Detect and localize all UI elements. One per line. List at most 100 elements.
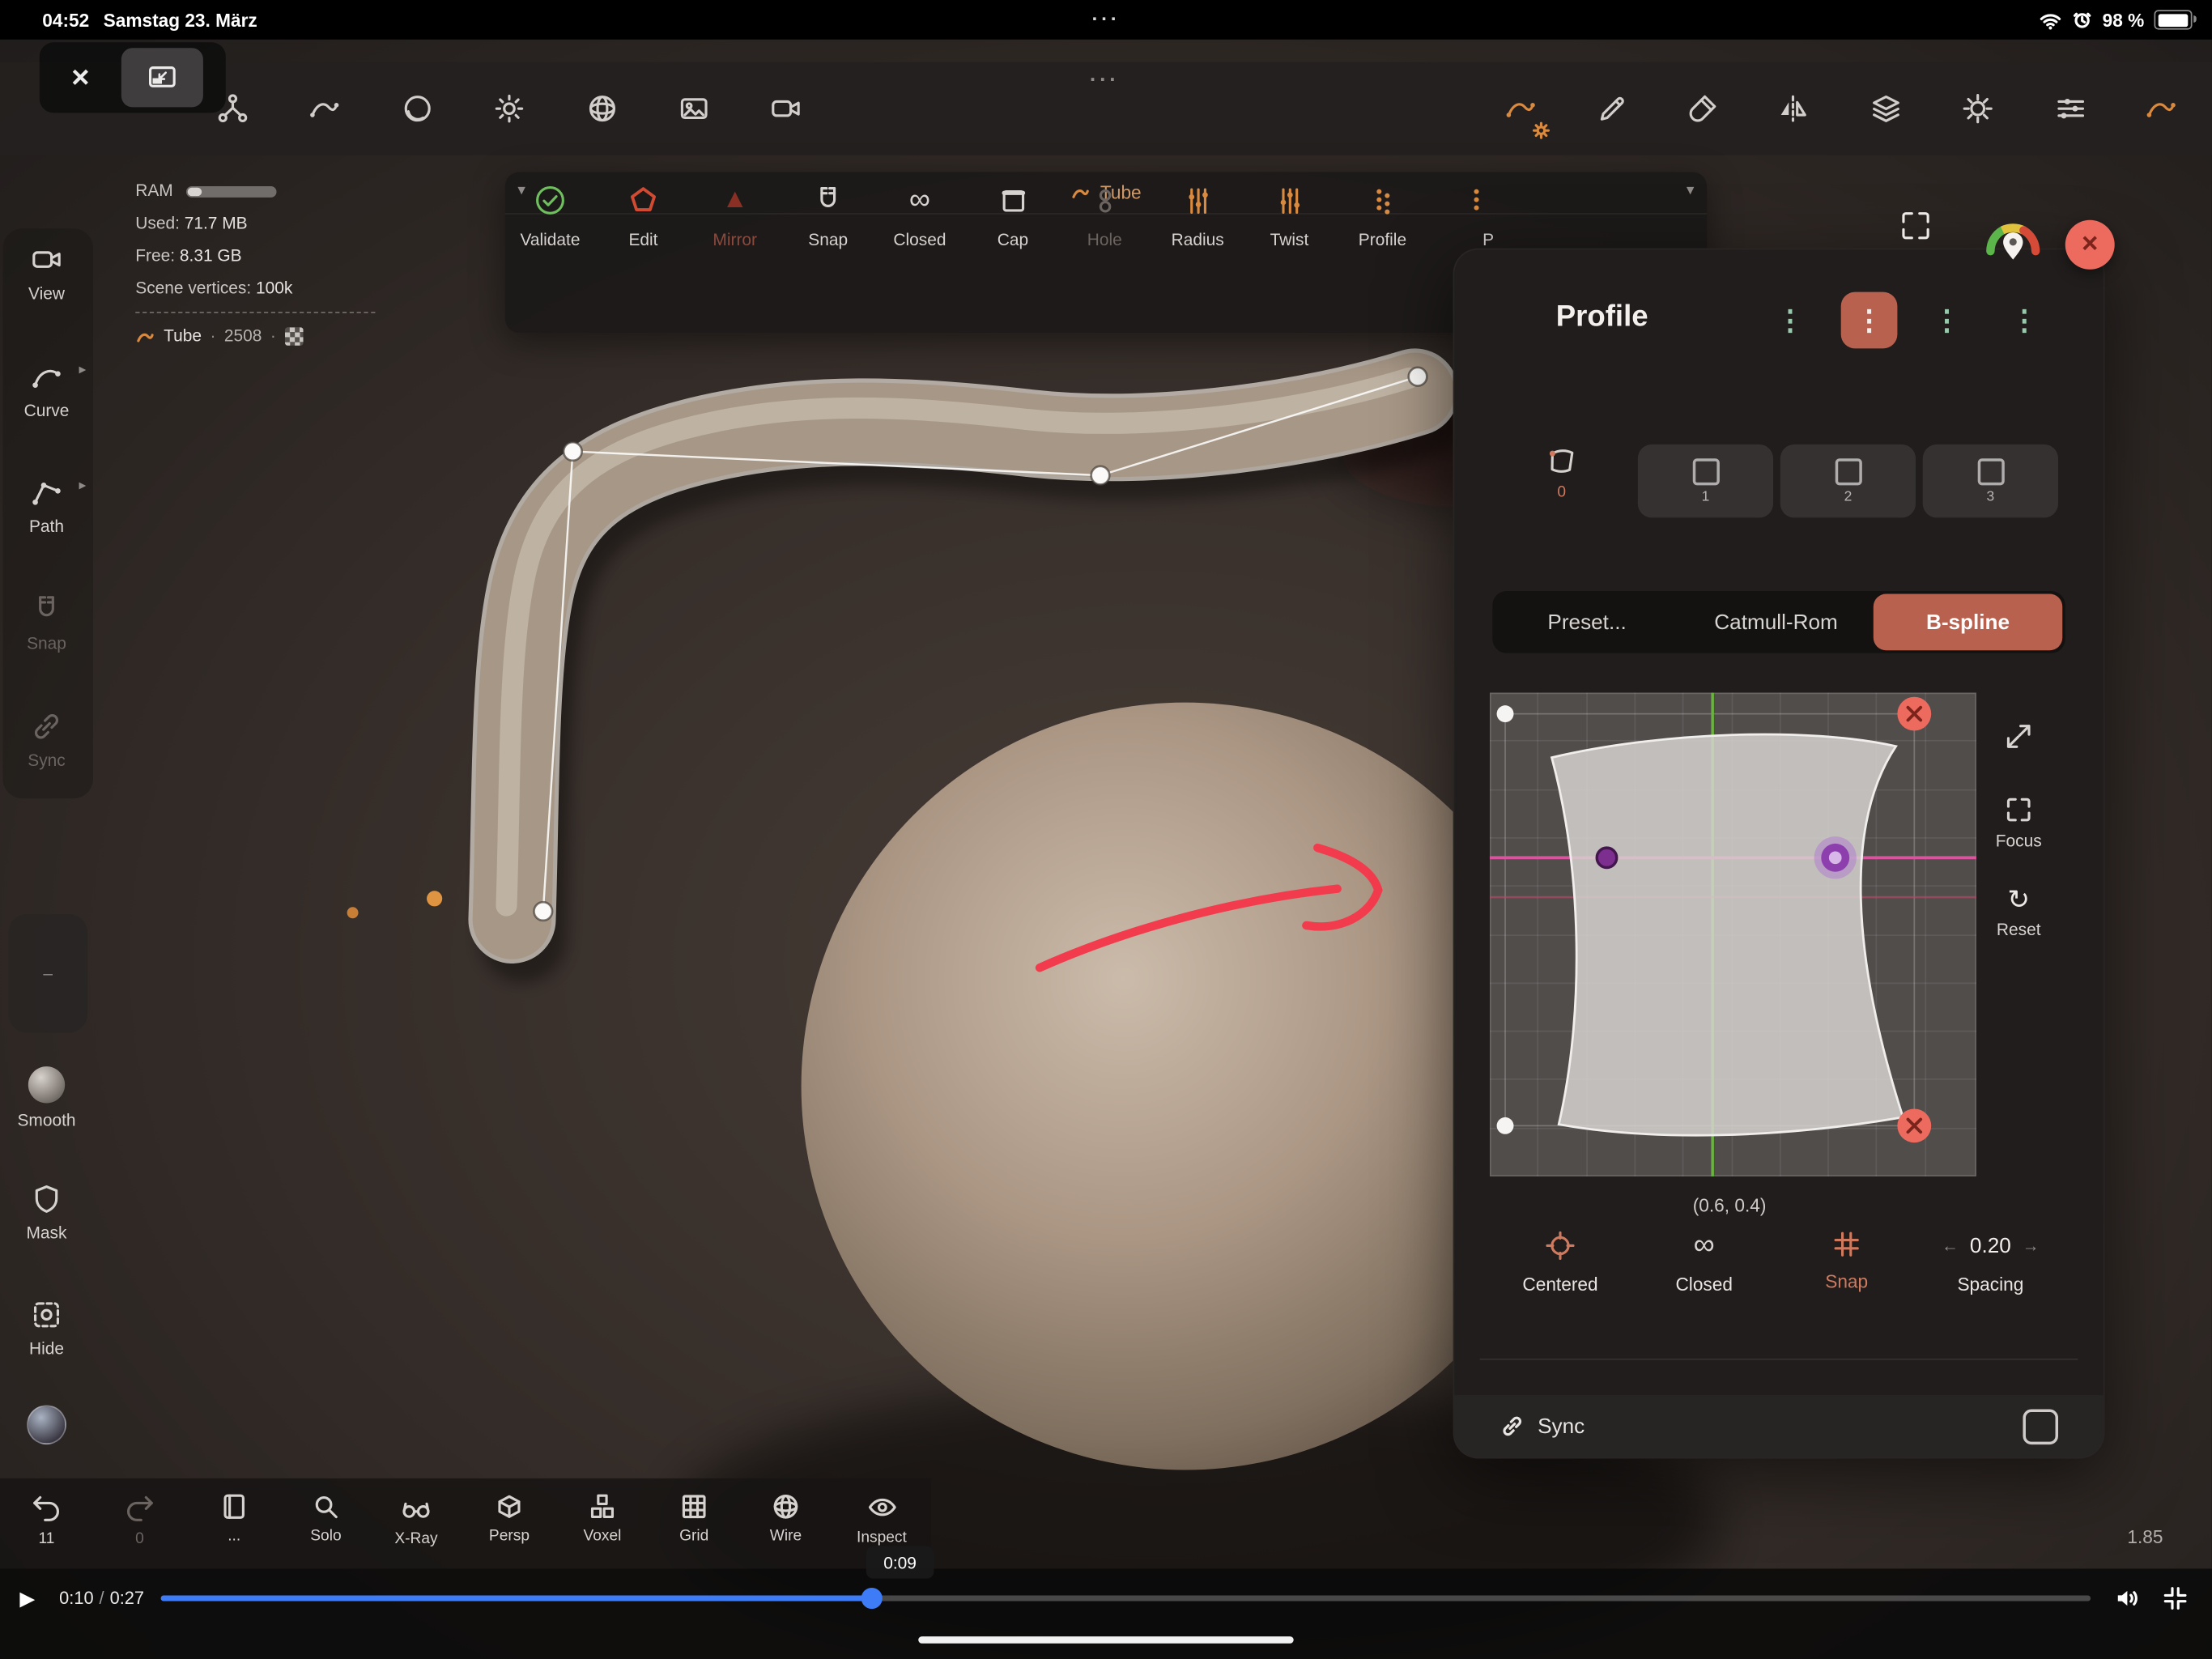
sidebar-item-snap[interactable]: Snap xyxy=(0,593,93,653)
pip-button[interactable] xyxy=(121,48,203,108)
profile-slot-1[interactable]: 1 xyxy=(1637,444,1774,518)
stroke-settings-tool[interactable] xyxy=(2144,91,2178,125)
sidebar-tool-smooth[interactable]: Smooth xyxy=(0,1066,93,1130)
tube-cap-button[interactable]: Cap xyxy=(968,182,1058,249)
panel-close-button[interactable]: × xyxy=(2065,219,2115,270)
profile-mode-button-3[interactable]: ⋮ xyxy=(1919,292,1976,349)
tube-radius-button[interactable]: Radius xyxy=(1152,182,1243,249)
control-point-tail[interactable] xyxy=(347,907,359,919)
xray-button[interactable]: X-Ray xyxy=(376,1491,456,1547)
environment-tool[interactable] xyxy=(585,91,619,125)
grid-button[interactable]: Grid xyxy=(654,1491,734,1545)
editor-reset-button[interactable]: ↻ Reset xyxy=(1979,884,2058,939)
profile-slot-3[interactable]: 3 xyxy=(1922,444,2059,518)
redo-button[interactable]: 0 xyxy=(100,1491,180,1547)
layers-tool[interactable] xyxy=(1870,91,1904,125)
profile-mode-button-4[interactable]: ⋮ xyxy=(1996,292,2052,349)
toolbar-menu-dots[interactable]: ··· xyxy=(1090,68,1120,92)
battery-icon xyxy=(2154,10,2197,30)
persp-button[interactable]: Persp xyxy=(470,1491,549,1545)
control-point[interactable] xyxy=(562,440,584,462)
panel-fullscreen-button[interactable] xyxy=(1897,207,1933,244)
collapse-caret-icon[interactable]: ▾ xyxy=(1687,181,1695,199)
tool-settings-gear-icon[interactable] xyxy=(1532,121,1551,140)
stroke-tool[interactable] xyxy=(308,91,342,125)
curve-point[interactable] xyxy=(1595,846,1619,870)
tube-edit-button[interactable]: Edit xyxy=(598,182,689,249)
interface-settings-tool[interactable] xyxy=(2054,91,2088,125)
paint-tool[interactable] xyxy=(1686,91,1720,125)
sidebar-item-path[interactable]: ▸ Path xyxy=(0,475,93,536)
editor-focus-button[interactable]: Focus xyxy=(1979,794,2058,851)
control-point-start[interactable] xyxy=(427,891,443,907)
tube-snap-button[interactable]: Snap xyxy=(783,182,874,249)
mirror-tool[interactable] xyxy=(1776,91,1810,125)
profile-mode-button-1[interactable]: ⋮ xyxy=(1762,292,1819,349)
lighting-tool[interactable] xyxy=(492,91,526,125)
collapsed-panel[interactable]: – xyxy=(8,914,88,1033)
tube-next-button[interactable]: P xyxy=(1408,182,1499,249)
seek-scrubber[interactable] xyxy=(860,1587,882,1610)
tube-closed-button[interactable]: ∞ Closed xyxy=(874,182,965,249)
delete-handle[interactable] xyxy=(1897,696,1932,731)
corner-handle[interactable] xyxy=(1496,1117,1514,1134)
control-point[interactable] xyxy=(533,900,554,922)
delete-handle[interactable] xyxy=(1897,1108,1932,1143)
control-point[interactable] xyxy=(1407,366,1428,387)
separator: · xyxy=(270,325,276,346)
undo-button[interactable]: 11 xyxy=(7,1491,87,1547)
seek-bar[interactable] xyxy=(160,1587,2091,1610)
background-image-tool[interactable] xyxy=(677,91,711,125)
files-button[interactable]: ... xyxy=(194,1491,274,1545)
corner-handle[interactable] xyxy=(1496,705,1514,723)
tube-validate-button[interactable]: Validate xyxy=(505,182,596,249)
curve-point-selected[interactable] xyxy=(1814,836,1857,879)
settings-tool[interactable] xyxy=(1961,91,1995,125)
centered-toggle[interactable]: Centered xyxy=(1492,1229,1627,1295)
voxel-button[interactable]: Voxel xyxy=(563,1491,642,1545)
tube-hole-button[interactable]: Hole xyxy=(1059,182,1150,249)
sidebar-tool-hide[interactable]: Hide xyxy=(0,1298,93,1359)
editor-expand-button[interactable] xyxy=(1979,721,2058,751)
profile-mode-button-2-selected[interactable]: ⋮ xyxy=(1840,291,1898,349)
sidebar-item-curve[interactable]: ▸ Curve xyxy=(0,359,93,420)
sidebar-tool-mask[interactable]: Mask xyxy=(0,1182,93,1243)
home-indicator[interactable] xyxy=(918,1636,1294,1644)
control-point[interactable] xyxy=(1090,465,1111,486)
tube-tool-active[interactable] xyxy=(1504,91,1538,125)
sidebar-item-sync[interactable]: Sync xyxy=(0,709,93,770)
pin-gauge-button[interactable] xyxy=(1979,211,2047,265)
profile-curve-editor[interactable] xyxy=(1489,692,1976,1177)
sidebar-tool-gizmo[interactable] xyxy=(0,1405,93,1445)
sidebar-item-label: Curve xyxy=(23,400,70,421)
inspect-button[interactable]: Inspect xyxy=(842,1491,921,1546)
sync-checkbox[interactable] xyxy=(2023,1408,2059,1444)
volume-icon[interactable] xyxy=(2113,1585,2142,1613)
mode-catmull-rom[interactable]: Catmull-Rom xyxy=(1682,591,1870,653)
camera-tool[interactable] xyxy=(769,91,803,125)
mirror-flip-icon xyxy=(1780,91,1810,125)
snap-toggle[interactable]: Snap xyxy=(1779,1229,1914,1292)
matcap-tool[interactable] xyxy=(401,91,435,125)
play-button[interactable]: ▶ xyxy=(19,1586,50,1610)
tube-twist-button[interactable]: Twist xyxy=(1244,182,1335,249)
object-count: 2508 xyxy=(223,325,262,346)
mode-b-spline-selected[interactable]: B-spline xyxy=(1873,593,2063,651)
reset-icon: ↻ xyxy=(2007,886,2031,916)
top-toolbar: ··· xyxy=(0,62,2212,155)
increase-arrow-icon[interactable]: → xyxy=(2023,1236,2040,1255)
spacing-stepper[interactable]: ← 0.20 → Spacing xyxy=(1914,1229,2066,1295)
mode-preset[interactable]: Preset... xyxy=(1492,591,1681,653)
exit-fullscreen-icon[interactable] xyxy=(2161,1585,2189,1613)
profile-slot-2[interactable]: 2 xyxy=(1780,444,1916,518)
decrease-arrow-icon[interactable]: ← xyxy=(1942,1236,1959,1255)
voxel-cubes-icon xyxy=(587,1491,618,1522)
video-close-button[interactable]: × xyxy=(40,59,121,96)
profile-slot-0[interactable]: 0 xyxy=(1534,445,1590,501)
wire-button[interactable]: Wire xyxy=(747,1491,826,1545)
closed-toggle[interactable]: ∞ Closed xyxy=(1636,1229,1772,1295)
pencil-tool[interactable] xyxy=(1596,91,1630,125)
solo-button[interactable]: Solo xyxy=(287,1491,366,1545)
sidebar-item-view[interactable]: View xyxy=(0,243,93,304)
tube-mirror-button[interactable]: ▲ Mirror xyxy=(690,182,781,249)
